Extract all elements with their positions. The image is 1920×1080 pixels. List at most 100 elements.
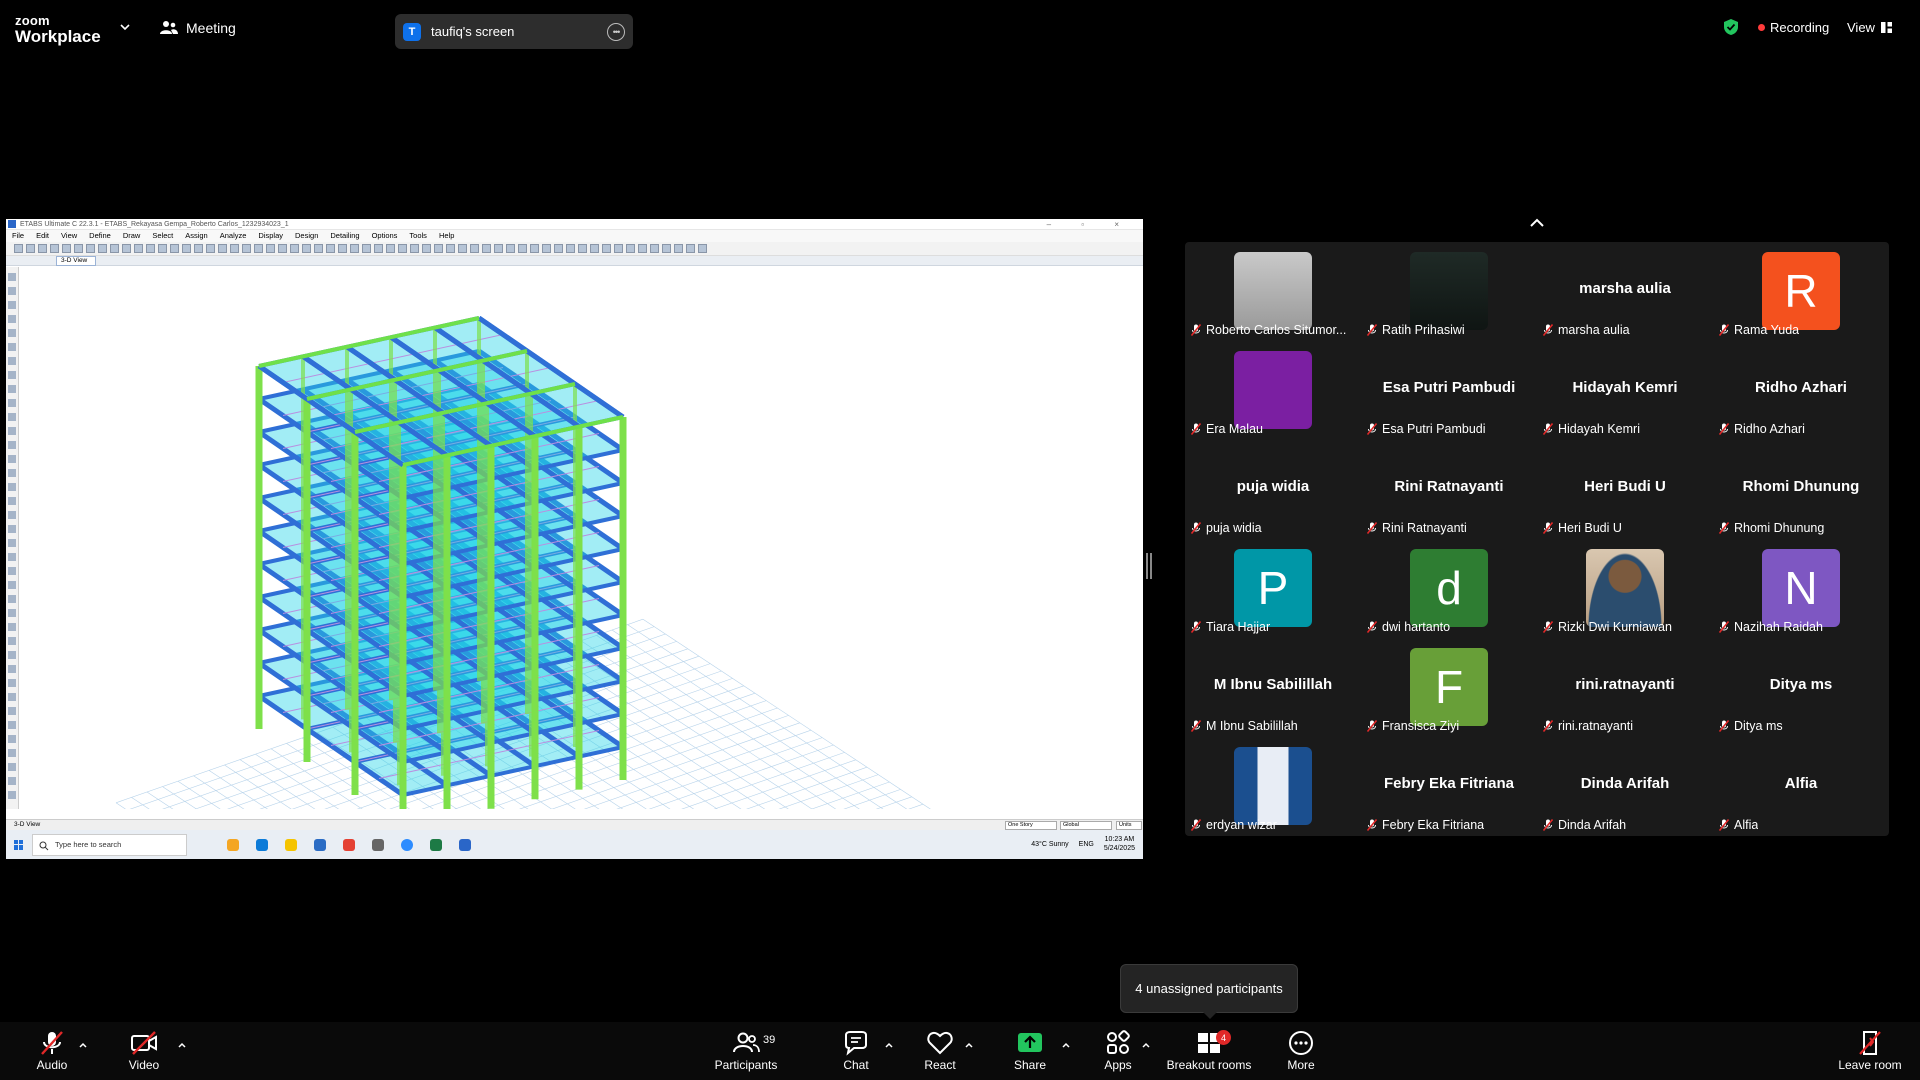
etabs-side-tool-icon	[8, 595, 16, 603]
settings-icon	[372, 838, 384, 851]
participant-tile[interactable]: Ridho Azhari Ridho Azhari	[1713, 341, 1889, 440]
participant-tile[interactable]: R Rama Yuda	[1713, 242, 1889, 341]
participant-tile[interactable]: N Nazihah Raidah	[1713, 539, 1889, 638]
etabs-menu-item: Display	[258, 231, 284, 240]
video-button[interactable]: Video	[122, 1022, 166, 1080]
etabs-tool-icon	[650, 244, 659, 253]
etabs-tool-icon	[350, 244, 359, 253]
screen-share-pill[interactable]: T taufiq's screen •••	[395, 14, 633, 49]
participant-tile[interactable]: P Tiara Hajjar	[1185, 539, 1361, 638]
participant-name-label: Tiara Hajjar	[1191, 620, 1270, 634]
etabs-menu-item: Tools	[409, 231, 427, 240]
participant-display-name: Dinda Arifah	[1580, 775, 1670, 792]
apps-button[interactable]: Apps	[1096, 1022, 1140, 1080]
etabs-tool-icon	[134, 244, 143, 253]
participant-name: erdyan wizar	[1206, 818, 1277, 832]
participant-tile[interactable]: Hidayah Kemri Hidayah Kemri	[1537, 341, 1713, 440]
audio-options-caret-icon[interactable]	[78, 1040, 88, 1050]
participant-photo	[1234, 252, 1312, 330]
etabs-tool-icon	[590, 244, 599, 253]
split-divider-handle[interactable]	[1146, 553, 1152, 579]
mic-muted-icon	[1543, 720, 1553, 732]
etabs-title-bar: ETABS Ultimate C 22.3.1 - ETABS_Rekayasa…	[6, 219, 1143, 230]
zoom-logo[interactable]: zoom Workplace	[15, 14, 101, 45]
participant-name-label: Rizki Dwi Kurniawan	[1543, 620, 1672, 634]
etabs-tool-icon	[422, 244, 431, 253]
participant-display-name: Alfia	[1784, 775, 1818, 792]
participants-count: 39	[763, 1034, 776, 1046]
mic-muted-icon	[1367, 621, 1377, 633]
security-shield-icon[interactable]	[1723, 18, 1739, 36]
etabs-side-tool-icon	[8, 413, 16, 421]
participant-tile[interactable]: Ditya ms Ditya ms	[1713, 638, 1889, 737]
leave-room-button[interactable]: Leave room	[1834, 1022, 1906, 1080]
participant-name: Fransisca Ziyi	[1382, 719, 1460, 733]
participant-name-label: Alfia	[1719, 818, 1758, 832]
gallery-collapse-button[interactable]	[1497, 208, 1577, 238]
view-menu[interactable]: View	[1847, 20, 1892, 35]
participant-tile[interactable]: d dwi hartanto	[1361, 539, 1537, 638]
participant-tile[interactable]: Heri Budi U Heri Budi U	[1537, 440, 1713, 539]
participant-tile[interactable]: Esa Putri Pambudi Esa Putri Pambudi	[1361, 341, 1537, 440]
video-options-caret-icon[interactable]	[177, 1040, 187, 1050]
etabs-menu-bar: File Edit View Define Draw Select Assign Analyz…	[6, 230, 1143, 242]
etabs-tool-icon	[266, 244, 275, 253]
unassigned-tooltip: 4 unassigned participants	[1120, 964, 1298, 1019]
participant-tile[interactable]: marsha aulia marsha aulia	[1537, 242, 1713, 341]
participant-tile[interactable]: Rhomi Dhunung Rhomi Dhunung	[1713, 440, 1889, 539]
participant-tile[interactable]: puja widia puja widia	[1185, 440, 1361, 539]
share-options-caret-icon[interactable]	[1061, 1040, 1071, 1050]
participant-name-label: Hidayah Kemri	[1543, 422, 1640, 436]
mic-muted-icon	[1719, 720, 1729, 732]
etabs-side-tool-icon	[8, 707, 16, 715]
participant-tile[interactable]: erdyan wizar	[1185, 737, 1361, 836]
etabs-menu-item: Options	[371, 231, 398, 240]
audio-button[interactable]: Audio	[30, 1022, 74, 1080]
react-button[interactable]: React	[917, 1022, 963, 1080]
share-button[interactable]: Share	[1008, 1022, 1052, 1080]
breakout-rooms-button[interactable]: Breakout rooms	[1164, 1022, 1254, 1080]
participant-tile[interactable]: Era Malau	[1185, 341, 1361, 440]
react-options-caret-icon[interactable]	[964, 1040, 974, 1050]
recording-indicator[interactable]: Recording	[1758, 20, 1829, 35]
etabs-tool-icon	[662, 244, 671, 253]
more-options-icon[interactable]: •••	[607, 23, 625, 41]
participant-tile[interactable]: M Ibnu Sabilillah M Ibnu Sabilillah	[1185, 638, 1361, 737]
etabs-tool-icon	[434, 244, 443, 253]
etabs-side-tool-icon	[8, 483, 16, 491]
etabs-tool-icon	[158, 244, 167, 253]
participant-display-name: puja widia	[1236, 478, 1310, 495]
participant-tile[interactable]: Alfia Alfia	[1713, 737, 1889, 836]
participant-tile[interactable]: Febry Eka Fitriana Febry Eka Fitriana	[1361, 737, 1537, 836]
chevron-down-icon[interactable]	[118, 20, 132, 34]
grid-line	[580, 640, 837, 809]
etabs-tool-icon	[50, 244, 59, 253]
chat-button[interactable]: Chat	[833, 1022, 879, 1080]
participant-tile[interactable]: Rini Ratnayanti Rini Ratnayanti	[1361, 440, 1537, 539]
participant-tile[interactable]: rini.ratnayanti rini.ratnayanti	[1537, 638, 1713, 737]
participant-tile[interactable]: Rizki Dwi Kurniawan	[1537, 539, 1713, 638]
participant-avatar: F	[1410, 648, 1488, 726]
participant-tile[interactable]: Dinda Arifah Dinda Arifah	[1537, 737, 1713, 836]
etabs-tool-icon	[170, 244, 179, 253]
more-button[interactable]: More	[1278, 1022, 1324, 1080]
shared-screen[interactable]: ETABS Ultimate C 22.3.1 - ETABS_Rekayasa…	[6, 219, 1143, 859]
taskbar-search-placeholder: Type here to search	[55, 839, 122, 849]
meeting-menu[interactable]: Meeting	[160, 20, 236, 36]
etabs-side-tool-icon	[8, 721, 16, 729]
grid-line	[908, 803, 924, 809]
etabs-side-tool-icon	[8, 455, 16, 463]
participant-tile[interactable]: Roberto Carlos Situmor...	[1185, 242, 1361, 341]
apps-options-caret-icon[interactable]	[1141, 1040, 1151, 1050]
story-select: One Story	[1005, 821, 1057, 830]
participants-button[interactable]: Participants	[712, 1022, 780, 1080]
global-select: Global	[1060, 821, 1112, 830]
participant-tile[interactable]: F Fransisca Ziyi	[1361, 638, 1537, 737]
etabs-side-tool-icon	[8, 609, 16, 617]
chat-options-caret-icon[interactable]	[884, 1040, 894, 1050]
participant-name-label: Ditya ms	[1719, 719, 1783, 733]
participant-tile[interactable]: Ratih Prihasiwi	[1361, 242, 1537, 341]
etabs-tool-icon	[326, 244, 335, 253]
etabs-tool-icon	[398, 244, 407, 253]
etabs-tool-icon	[194, 244, 203, 253]
